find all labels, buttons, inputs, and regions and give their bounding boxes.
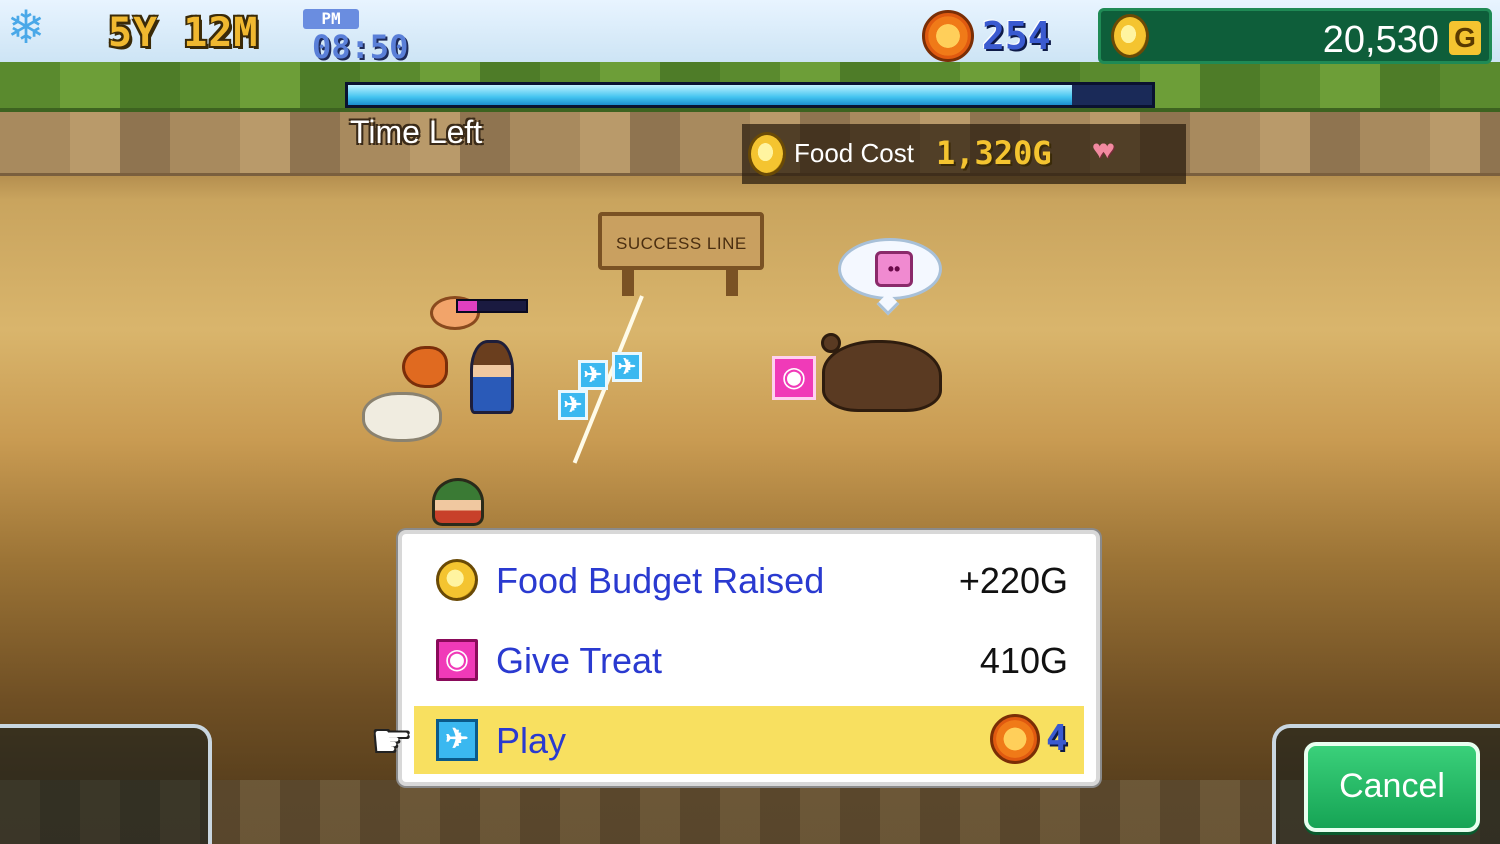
menu-item-food-budget[interactable]: Food Budget Raised +220G: [414, 546, 1084, 614]
menu-item-play[interactable]: ✈ Play 4: [414, 706, 1084, 774]
calendar-date: 5Y 12M: [108, 10, 259, 56]
success-line-sign: SUCCESS LINE: [598, 212, 764, 270]
time-left-label: Time Left: [350, 114, 483, 150]
play-icon: ✈: [612, 352, 642, 382]
menu-item-label: Give Treat: [496, 640, 663, 681]
play-icon: ✈: [558, 390, 588, 420]
sun-medal-icon: [922, 10, 974, 62]
bear-ear: [821, 333, 841, 353]
play-icon: ✈: [436, 719, 478, 761]
menu-item-value: +220G: [958, 560, 1068, 601]
food-cost-value: 1,320G: [936, 134, 1052, 172]
girl-sprite: [432, 478, 484, 526]
sign-post-right: [726, 268, 738, 296]
cancel-button[interactable]: Cancel: [1304, 742, 1480, 832]
time-left-fill: [348, 85, 1072, 105]
treat-icon: ◉: [772, 356, 816, 400]
sign-text: SUCCESS LINE: [616, 234, 747, 253]
menu-item-give-treat[interactable]: ◉ Give Treat 410G: [414, 626, 1084, 694]
money-value: 20,530: [1322, 19, 1439, 61]
bear-sprite: [821, 333, 942, 412]
farmer-sprite: [470, 340, 514, 414]
squirrel-sprite: [402, 346, 448, 388]
sign-post-left: [622, 268, 634, 296]
snowflake-icon: ❄: [6, 1, 46, 53]
ampm-badge: PM: [303, 9, 359, 29]
menu-item-label: Play: [496, 720, 567, 761]
time-left-bar: [345, 82, 1155, 108]
money-panel: 20,530 G: [1098, 8, 1492, 64]
thought-bubble: ••: [838, 238, 942, 300]
menu-item-value: 410G: [979, 640, 1068, 681]
treat-icon: ◉: [436, 639, 478, 681]
sun-medal-icon: [990, 714, 1040, 764]
food-cost-label: Food Cost: [794, 138, 914, 168]
sheep-sprite: [362, 392, 442, 442]
menu-item-cost: 4: [1046, 718, 1068, 759]
action-menu: Food Budget Raised +220G ◉ Give Treat 41…: [398, 530, 1100, 786]
coin-icon: [1111, 14, 1149, 58]
pointing-hand-icon: ☛: [372, 717, 412, 766]
hamster-status-bar: [456, 299, 528, 313]
coin-icon: [748, 132, 786, 176]
food-cost-panel: Food Cost 1,320G ♥♥: [742, 124, 1186, 184]
coin-icon: [436, 559, 478, 601]
research-points: 254: [982, 14, 1051, 58]
menu-item-label: Food Budget Raised: [496, 560, 825, 601]
hearts-icon: ♥♥: [1092, 134, 1115, 164]
play-icon: ✈: [578, 360, 608, 390]
left-side-panel: [0, 724, 212, 844]
money-unit: G: [1449, 21, 1481, 55]
clock-time: 08:50: [312, 28, 409, 66]
pig-face-icon: ••: [875, 251, 913, 287]
